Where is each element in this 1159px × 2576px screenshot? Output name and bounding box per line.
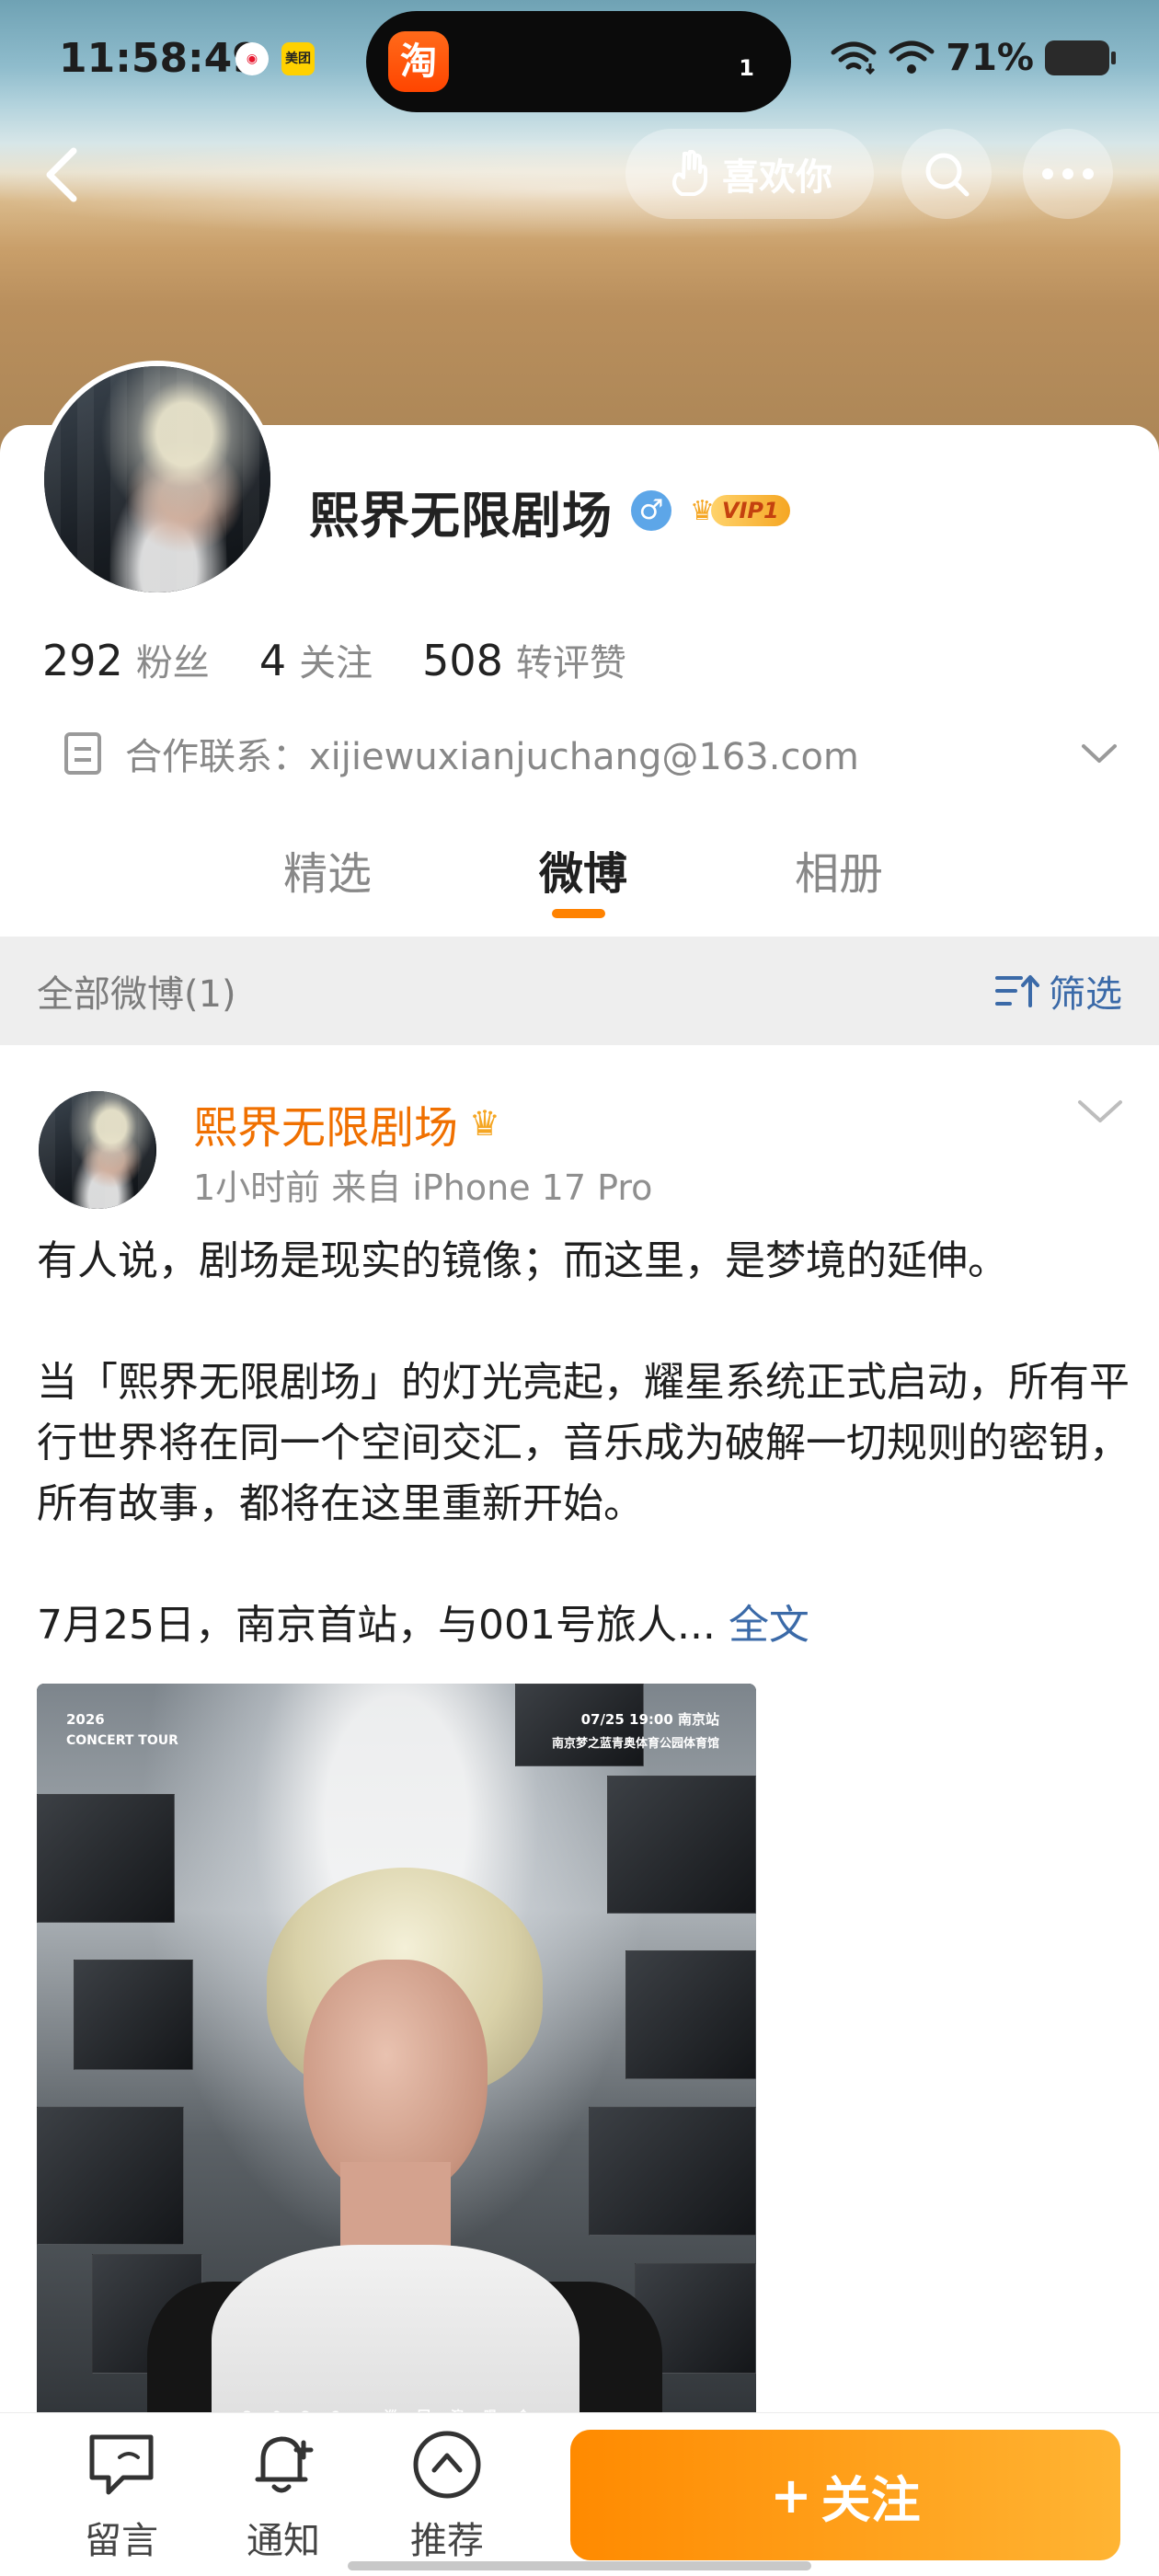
stat-fans-num: 292 xyxy=(42,636,123,685)
post-avatar[interactable] xyxy=(39,1091,156,1209)
comment-icon xyxy=(89,2434,154,2495)
post-avatar-image xyxy=(39,1091,156,1209)
more-button[interactable] xyxy=(1023,129,1113,219)
search-button[interactable] xyxy=(901,129,992,219)
plus-icon: + xyxy=(770,2466,812,2524)
like-you-label: 喜欢你 xyxy=(722,156,832,199)
chevron-down-icon[interactable] xyxy=(1073,1093,1128,1130)
poster-cube xyxy=(625,1950,756,2079)
weibo-icon: ◉ xyxy=(235,42,269,75)
poster-date: 07/25 19:00 南京站 xyxy=(580,1711,719,1728)
message-label: 留言 xyxy=(85,2520,158,2562)
bottom-action-bar: 留言 通知 推荐 + 关注 xyxy=(0,2412,1159,2576)
recommend-label: 推荐 xyxy=(410,2520,484,2562)
stat-following-label: 关注 xyxy=(299,642,373,684)
post-paragraph: 当「熙界无限剧场」的灯光亮起，耀星系统正式启动，所有平行世界将在同一个空间交汇，… xyxy=(37,1359,1130,1527)
post-paragraph-last: 7月25日，南京首站，与001号旅人... 全文 xyxy=(37,1595,1131,1656)
status-right: 71% xyxy=(830,35,1116,81)
stat-following[interactable]: 4 关注 xyxy=(259,633,373,686)
crown-icon: ♛ xyxy=(690,494,715,527)
tab-featured[interactable]: 精选 xyxy=(283,837,372,902)
meituan-icon: 美团 xyxy=(281,42,315,75)
follow-label: 关注 xyxy=(820,2470,921,2529)
chevron-left-icon xyxy=(46,147,77,202)
filter-label: 筛选 xyxy=(1049,973,1122,1016)
stat-fans-label: 粉丝 xyxy=(135,642,210,684)
avatar[interactable] xyxy=(39,361,276,598)
poster-cube xyxy=(37,1794,175,1923)
filter-button[interactable]: 筛选 xyxy=(995,964,1122,1018)
signal-wifi-icon xyxy=(831,41,877,75)
poster-cube xyxy=(589,2107,756,2236)
search-icon xyxy=(925,153,970,197)
status-time: 11:58:49 xyxy=(59,35,260,82)
stat-interactions[interactable]: 508 转评赞 xyxy=(422,633,626,686)
poster-tour: CONCERT TOUR xyxy=(66,1733,178,1748)
stat-following-num: 4 xyxy=(258,636,287,685)
post-author-name[interactable]: 熙界无限剧场 xyxy=(193,1091,458,1156)
poster-venue: 南京梦之蓝青奥体育公园体育馆 xyxy=(551,1737,719,1751)
recommend-button[interactable]: 推荐 xyxy=(383,2426,511,2564)
stat-fans[interactable]: 292 粉丝 xyxy=(42,633,210,686)
profile-tabs: 精选 微博 相册 xyxy=(0,828,1159,935)
vip-label: VIP1 xyxy=(710,495,790,526)
more-dots-icon xyxy=(1042,168,1094,179)
filter-bar: 全部微博(1) 筛选 xyxy=(0,937,1159,1045)
poster-year: 2026 xyxy=(66,1711,105,1728)
poster-cube xyxy=(37,2107,184,2245)
notify-label: 通知 xyxy=(247,2520,320,2562)
post-paragraph-text: 7月25日，南京首站，与001号旅人... xyxy=(37,1602,716,1649)
message-button[interactable]: 留言 xyxy=(57,2426,186,2564)
contact-info-row[interactable]: 合作联系：xijiewuxianjuchang@163.com xyxy=(64,723,1122,784)
wifi-icon xyxy=(889,40,935,74)
profile-name: 熙界无限剧场 xyxy=(309,486,613,545)
bell-plus-icon xyxy=(255,2436,314,2493)
filter-icon xyxy=(995,975,1039,1007)
tab-weibo[interactable]: 微博 xyxy=(539,837,627,902)
notify-button[interactable]: 通知 xyxy=(219,2426,348,2564)
avatar-image xyxy=(44,366,270,592)
island-indicator: 1 xyxy=(739,55,754,81)
taobao-icon: 淘 xyxy=(388,31,449,92)
tab-active-indicator xyxy=(552,909,605,918)
full-text-link[interactable]: 全文 xyxy=(729,1602,809,1649)
tab-album[interactable]: 相册 xyxy=(795,837,883,902)
dynamic-island: 淘 1 xyxy=(366,11,791,112)
vip-badge[interactable]: ♛ VIP1 xyxy=(690,490,790,531)
post-body: 有人说，剧场是现实的镜像；而这里，是梦境的延伸。 当「熙界无限剧场」的灯光亮起，… xyxy=(37,1231,1131,1656)
post-author[interactable]: 熙界无限剧场 ♛ xyxy=(193,1091,500,1156)
battery-icon xyxy=(1045,40,1116,75)
hand-heart-icon xyxy=(672,150,707,196)
follow-button[interactable]: + 关注 xyxy=(570,2430,1120,2560)
status-bar: 11:58:49 ◉ 美团 淘 1 71% xyxy=(0,0,1159,120)
poster-cube xyxy=(74,1960,193,2070)
like-you-button[interactable]: 喜欢你 xyxy=(625,129,874,219)
post-count-label: 全部微博(1) xyxy=(37,973,236,1016)
contact-text: 合作联系：xijiewuxianjuchang@163.com xyxy=(125,736,859,778)
profile-name-row: 熙界无限剧场 ♂ ♛ VIP1 xyxy=(309,478,790,545)
stat-interactions-label: 转评赞 xyxy=(515,642,626,684)
chevron-down-icon[interactable] xyxy=(1076,730,1122,776)
post-card[interactable]: 熙界无限剧场 ♛ 1小时前 来自 iPhone 17 Pro 有人说，剧场是现实… xyxy=(0,1045,1159,2438)
battery-percent: 71% xyxy=(946,37,1034,79)
post-image[interactable]: 2026 CONCERT TOUR 07/25 19:00 南京站 南京梦之蓝青… xyxy=(37,1684,756,2438)
post-meta: 1小时前 来自 iPhone 17 Pro xyxy=(193,1167,653,1208)
recommend-icon xyxy=(413,2431,481,2499)
stat-interactions-num: 508 xyxy=(422,636,503,685)
poster-cube xyxy=(607,1776,756,1914)
post-paragraph: 有人说，剧场是现实的镜像；而这里，是梦境的延伸。 xyxy=(37,1237,1008,1284)
male-icon: ♂ xyxy=(631,490,671,531)
crown-icon: ♛ xyxy=(469,1103,501,1144)
back-button[interactable] xyxy=(31,138,96,212)
home-indicator xyxy=(348,2561,811,2570)
document-icon xyxy=(64,732,101,775)
profile-stats: 292 粉丝 4 关注 508 转评赞 xyxy=(42,633,676,688)
